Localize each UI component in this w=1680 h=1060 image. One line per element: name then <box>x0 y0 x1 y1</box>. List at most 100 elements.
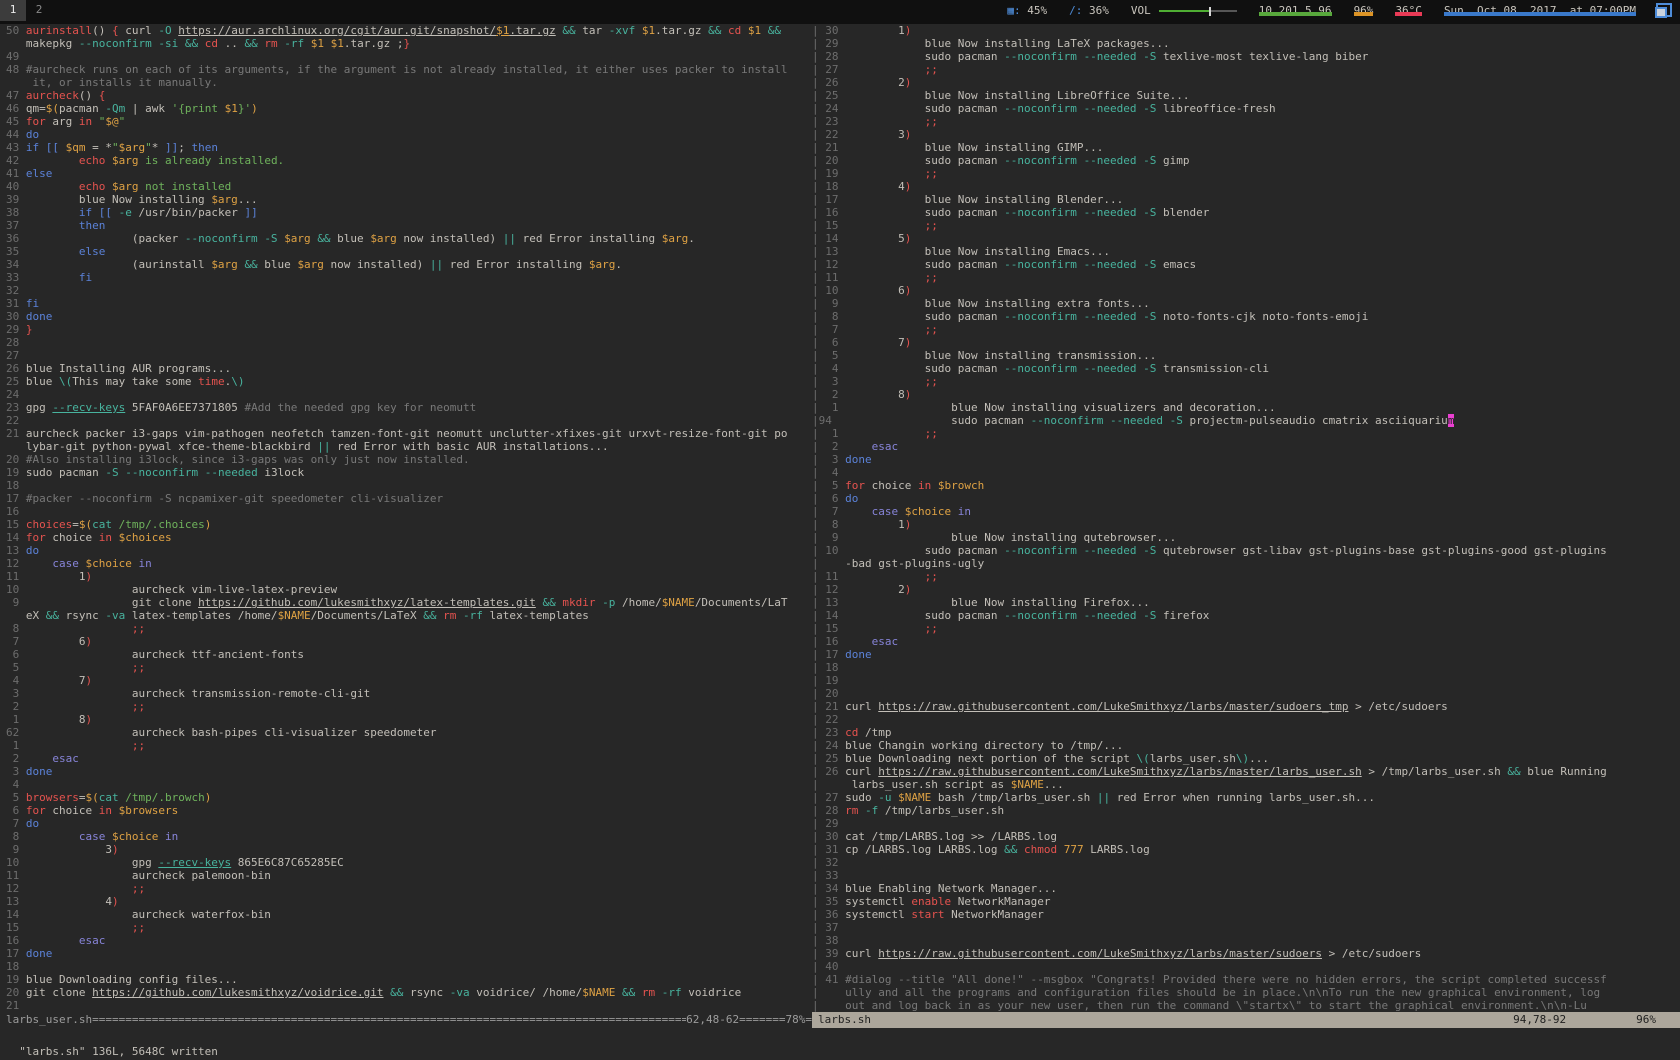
code-row: | 36 systemctl start NetworkManager <box>812 908 1680 921</box>
code-row: 48 #aurcheck runs on each of its argumen… <box>6 63 812 76</box>
vim-pane-right[interactable]: | 30 1)| 29 blue Now installing LaTeX pa… <box>812 24 1680 1012</box>
code-row: 21 aurcheck packer i3-gaps vim-pathogen … <box>6 427 812 440</box>
code-row: 36 (packer --noconfirm -S $arg && blue $… <box>6 232 812 245</box>
code-row: | 24 blue Changin working directory to /… <box>812 739 1680 752</box>
code-row: | 3 done <box>812 453 1680 466</box>
volume-slider[interactable] <box>1159 7 1237 16</box>
volume-label: VOL <box>1131 4 1151 17</box>
code-row: 8 ;; <box>6 622 812 635</box>
code-row: | 41 #dialog --title "All done!" --msgbo… <box>812 973 1680 986</box>
write-message: "larbs.sh" 136L, 5648C written <box>19 1045 218 1058</box>
code-row: 21 <box>6 999 812 1012</box>
code-row: | 33 <box>812 869 1680 882</box>
code-row: | 7 case $choice in <box>812 505 1680 518</box>
clock-block: Sun, Oct 08, 2017 at 07:00PM <box>1433 0 1647 17</box>
code-row: | 30 cat /tmp/LARBS.log >> /LARBS.log <box>812 830 1680 843</box>
code-row: | 28 sudo pacman --noconfirm --needed -S… <box>812 50 1680 63</box>
code-row: 15 choices=$(cat /tmp/.choices) <box>6 518 812 531</box>
code-row: | 12 2) <box>812 583 1680 596</box>
clock-underline <box>1444 12 1636 16</box>
code-row: lybar-git python-pywal xfce-theme-blackb… <box>6 440 812 453</box>
code-row: | 16 esac <box>812 635 1680 648</box>
code-row: | -bad gst-plugins-ugly <box>812 557 1680 570</box>
code-row: | 13 blue Now installing Firefox... <box>812 596 1680 609</box>
disk-block: /: 36% <box>1058 0 1120 17</box>
code-row: 17 done <box>6 947 812 960</box>
code-row: | 4 <box>812 466 1680 479</box>
workspace-button-1[interactable]: 1 <box>0 0 26 21</box>
code-row: | 2 esac <box>812 440 1680 453</box>
inactive-cursor-position: 62,48-62 <box>686 1012 739 1028</box>
code-row: | 2 8) <box>812 388 1680 401</box>
code-row: 12 case $choice in <box>6 557 812 570</box>
code-row: 37 then <box>6 219 812 232</box>
statusline-inactive[interactable]: larbs_user.sh ==========================… <box>0 1012 812 1028</box>
code-row: | 29 <box>812 817 1680 830</box>
code-row: |94 sudo pacman --noconfirm --needed -S … <box>812 414 1680 427</box>
code-row: 44 do <box>6 128 812 141</box>
tray-icon[interactable] <box>1655 3 1672 18</box>
code-row: 7 do <box>6 817 812 830</box>
temperature-block: 36°C <box>1384 0 1433 17</box>
code-row: 34 (aurinstall $arg && blue $arg now ins… <box>6 258 812 271</box>
code-row: 4 <box>6 778 812 791</box>
code-row: | larbs_user.sh script as $NAME... <box>812 778 1680 791</box>
ip-underline <box>1259 12 1332 16</box>
code-row: 50 aurinstall() { curl -O https://aur.ar… <box>6 24 812 37</box>
code-row: | 1 blue Now installing visualizers and … <box>812 401 1680 414</box>
code-row: | out and log back in as your new user, … <box>812 999 1680 1012</box>
code-row: 16 esac <box>6 934 812 947</box>
code-row: 14 aurcheck waterfox-bin <box>6 908 812 921</box>
code-row: 49 <box>6 50 812 63</box>
code-row: 30 done <box>6 310 812 323</box>
code-row: | 27 sudo -u $NAME bash /tmp/larbs_user.… <box>812 791 1680 804</box>
code-row: | 3 ;; <box>812 375 1680 388</box>
code-row: 2 esac <box>6 752 812 765</box>
statusline-gap <box>1566 1012 1636 1028</box>
code-row: | 4 sudo pacman --noconfirm --needed -S … <box>812 362 1680 375</box>
vim-pane-left[interactable]: 50 aurinstall() { curl -O https://aur.ar… <box>0 24 812 1012</box>
code-row: 25 blue \(This may take some time.\) <box>6 375 812 388</box>
code-row: | 32 <box>812 856 1680 869</box>
code-row: | 38 <box>812 934 1680 947</box>
code-row: 4 7) <box>6 674 812 687</box>
code-row: | 15 ;; <box>812 219 1680 232</box>
statusline-spacer <box>871 1012 1513 1028</box>
code-row: | 29 blue Now installing LaTeX packages.… <box>812 37 1680 50</box>
active-file-name: larbs.sh <box>818 1012 871 1028</box>
inactive-file-name: larbs_user.sh <box>6 1012 92 1028</box>
code-row: | 17 done <box>812 648 1680 661</box>
code-row: 41 else <box>6 167 812 180</box>
code-row: 9 3) <box>6 843 812 856</box>
code-row: | 14 sudo pacman --noconfirm --needed -S… <box>812 609 1680 622</box>
vim-statusline: larbs_user.sh ==========================… <box>0 1012 1680 1028</box>
code-row: | 20 sudo pacman --noconfirm --needed -S… <box>812 154 1680 167</box>
battery-block: 96% <box>1343 0 1385 17</box>
code-row: makepkg --noconfirm -si && cd .. && rm -… <box>6 37 812 50</box>
code-row: eX && rsync -va latex-templates /home/$N… <box>6 609 812 622</box>
code-row: 6 aurcheck ttf-ancient-fonts <box>6 648 812 661</box>
statusline-active[interactable]: larbs.sh 94,78-92 96% <box>812 1012 1680 1028</box>
code-row: 7 6) <box>6 635 812 648</box>
code-row: | 5 for choice in $browch <box>812 479 1680 492</box>
code-row: 1 ;; <box>6 739 812 752</box>
inactive-fill-sep: ======= <box>739 1012 785 1028</box>
vim-command-line[interactable]: "larbs.sh" 136L, 5648C written <box>0 1028 1680 1044</box>
code-row: 62 aurcheck bash-pipes cli-visualizer sp… <box>6 726 812 739</box>
code-row: | 20 <box>812 687 1680 700</box>
workspace-button-2[interactable]: 2 <box>26 0 52 21</box>
code-row: 3 done <box>6 765 812 778</box>
code-row: | 6 do <box>812 492 1680 505</box>
code-row: | 16 sudo pacman --noconfirm --needed -S… <box>812 206 1680 219</box>
active-scroll-percent: 96% <box>1636 1012 1656 1028</box>
code-row: | 8 sudo pacman --noconfirm --needed -S … <box>812 310 1680 323</box>
code-row: | 30 1) <box>812 24 1680 37</box>
volume-block: VOL <box>1120 0 1248 17</box>
code-row: 2 ;; <box>6 700 812 713</box>
code-row: | 17 blue Now installing Blender... <box>812 193 1680 206</box>
code-row: | 21 curl https://raw.githubusercontent.… <box>812 700 1680 713</box>
memory-block: ▦: 45% <box>996 0 1058 17</box>
code-row: | 31 cp /LARBS.log LARBS.log && chmod 77… <box>812 843 1680 856</box>
code-row: 11 1) <box>6 570 812 583</box>
code-row: | 19 <box>812 674 1680 687</box>
